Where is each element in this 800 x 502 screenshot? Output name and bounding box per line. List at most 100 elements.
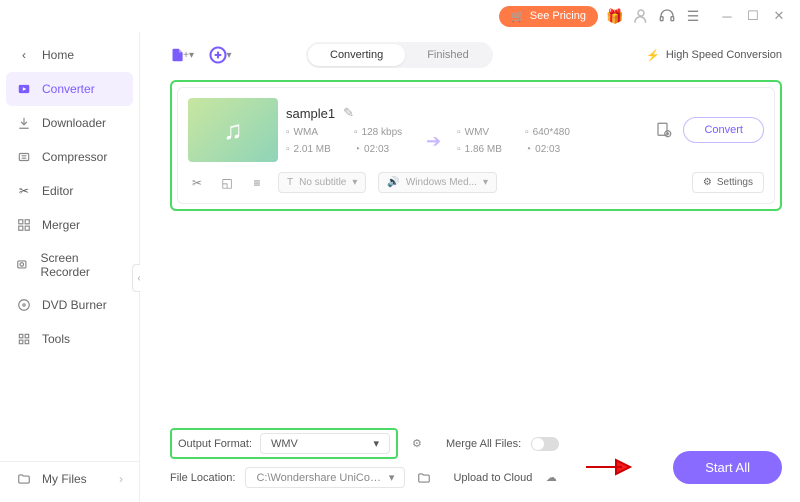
- gift-icon[interactable]: 🎁: [606, 7, 624, 25]
- sidebar-item-tools[interactable]: Tools: [0, 322, 139, 356]
- trim-icon[interactable]: ✂: [188, 174, 206, 192]
- dst-duration: 02:03: [535, 144, 560, 155]
- file-icon: ▫: [286, 127, 290, 138]
- file-location-value: C:\Wondershare UniConverter: [256, 472, 386, 484]
- file-name: sample1: [286, 106, 335, 121]
- menu-icon[interactable]: ☰: [684, 7, 702, 25]
- src-format: WMA: [294, 127, 318, 138]
- dst-format: WMV: [465, 127, 489, 138]
- compressor-icon: [16, 149, 32, 165]
- scissors-icon: ✂: [16, 183, 32, 199]
- sidebar-label: Tools: [42, 332, 70, 346]
- gear-icon: ⚙: [703, 177, 712, 188]
- arrow-right-icon: ➔: [426, 131, 441, 152]
- headset-icon[interactable]: [658, 7, 676, 25]
- tools-icon: [16, 331, 32, 347]
- see-pricing-button[interactable]: 🛒 See Pricing: [499, 6, 598, 27]
- file-icon: ▫: [457, 144, 461, 155]
- clock-icon: ◔: [525, 144, 531, 155]
- converter-icon: [16, 81, 32, 97]
- sidebar-label: Home: [42, 48, 74, 62]
- file-location-dropdown[interactable]: C:\Wondershare UniConverter ▾: [245, 467, 405, 488]
- file-settings-button[interactable]: ⚙ Settings: [692, 172, 764, 193]
- file-settings-icon[interactable]: [653, 119, 675, 141]
- tab-finished[interactable]: Finished: [405, 44, 491, 66]
- output-format-label: Output Format:: [178, 438, 252, 450]
- sidebar-item-compressor[interactable]: Compressor: [0, 140, 139, 174]
- hsc-label: High Speed Conversion: [666, 49, 782, 61]
- download-icon: [16, 115, 32, 131]
- file-thumbnail[interactable]: ♫: [188, 98, 278, 162]
- add-file-button[interactable]: +▾: [170, 43, 194, 67]
- file-icon: ▫: [525, 127, 529, 138]
- file-card-highlight: ♫ sample1 ✎ ▫WMA ▫2.01 MB ▫12: [170, 80, 782, 211]
- sidebar-label: Merger: [42, 218, 80, 232]
- sidebar-item-dvd-burner[interactable]: DVD Burner: [0, 288, 139, 322]
- file-icon: ▫: [286, 144, 290, 155]
- merge-toggle[interactable]: [531, 437, 559, 451]
- crop-icon[interactable]: ◱: [218, 174, 236, 192]
- sidebar-label: Editor: [42, 184, 73, 198]
- file-card: ♫ sample1 ✎ ▫WMA ▫2.01 MB ▫12: [177, 87, 775, 204]
- cloud-icon[interactable]: ☁: [542, 469, 560, 487]
- minimize-button[interactable]: ─: [716, 5, 738, 27]
- upload-cloud-label: Upload to Cloud: [453, 472, 532, 484]
- subtitle-icon: T: [287, 177, 293, 188]
- dst-size: 1.86 MB: [465, 144, 502, 155]
- chevron-down-icon: ▾: [373, 437, 379, 450]
- sidebar-label: Compressor: [42, 150, 107, 164]
- file-location-label: File Location:: [170, 472, 235, 484]
- chevron-down-icon: ▾: [483, 177, 488, 188]
- sidebar: ‹ Home Converter Downloader Compressor ✂…: [0, 32, 140, 502]
- edit-name-icon[interactable]: ✎: [343, 105, 354, 121]
- output-format-dropdown[interactable]: WMV ▾: [260, 433, 390, 454]
- start-all-button[interactable]: Start All: [673, 451, 782, 484]
- sidebar-label: Converter: [42, 82, 95, 96]
- output-format-value: WMV: [271, 438, 298, 450]
- merge-label: Merge All Files:: [446, 438, 521, 450]
- sidebar-item-my-files[interactable]: My Files ›: [0, 461, 139, 496]
- src-size: 2.01 MB: [294, 144, 331, 155]
- tab-converting[interactable]: Converting: [308, 44, 405, 66]
- open-folder-icon[interactable]: [415, 469, 433, 487]
- user-icon[interactable]: [632, 7, 650, 25]
- src-duration: 02:03: [364, 144, 389, 155]
- chevron-down-icon: ▾: [389, 471, 395, 484]
- chevron-right-icon: ›: [119, 472, 123, 486]
- clock-icon: ◔: [354, 144, 360, 155]
- close-button[interactable]: ✕: [768, 5, 790, 27]
- sidebar-item-screen-recorder[interactable]: Screen Recorder: [0, 242, 139, 288]
- tab-segment: Converting Finished: [306, 42, 493, 68]
- audio-icon: 🔊: [387, 177, 399, 188]
- file-icon: ▫: [354, 127, 358, 138]
- audio-dropdown[interactable]: 🔊 Windows Med... ▾: [378, 172, 497, 193]
- sidebar-label: DVD Burner: [42, 298, 107, 312]
- maximize-button[interactable]: ☐: [742, 5, 764, 27]
- chevron-down-icon: ▾: [352, 177, 357, 188]
- recorder-icon: [16, 257, 31, 273]
- folder-icon: [16, 471, 32, 487]
- annotation-arrow-icon: [584, 456, 634, 478]
- back-icon: ‹: [16, 47, 32, 63]
- effects-icon[interactable]: ≡: [248, 174, 266, 192]
- audio-value: Windows Med...: [406, 177, 477, 188]
- sidebar-item-merger[interactable]: Merger: [0, 208, 139, 242]
- merger-icon: [16, 217, 32, 233]
- sidebar-item-converter[interactable]: Converter: [6, 72, 133, 106]
- subtitle-dropdown[interactable]: TNo subtitle▾: [278, 172, 366, 193]
- output-format-highlight: Output Format: WMV ▾: [170, 428, 398, 459]
- sidebar-item-editor[interactable]: ✂ Editor: [0, 174, 139, 208]
- sidebar-label: My Files: [42, 472, 87, 486]
- add-url-button[interactable]: ▾: [208, 43, 232, 67]
- settings-label: Settings: [717, 177, 753, 188]
- output-settings-icon[interactable]: ⚙: [408, 435, 426, 453]
- cart-icon: 🛒: [511, 10, 525, 23]
- sidebar-item-home[interactable]: ‹ Home: [0, 38, 139, 72]
- convert-button[interactable]: Convert: [683, 117, 764, 143]
- sidebar-label: Downloader: [42, 116, 106, 130]
- disc-icon: [16, 297, 32, 313]
- file-icon: ▫: [457, 127, 461, 138]
- high-speed-conversion[interactable]: ⚡ High Speed Conversion: [646, 49, 782, 62]
- sidebar-item-downloader[interactable]: Downloader: [0, 106, 139, 140]
- src-bitrate: 128 kbps: [362, 127, 403, 138]
